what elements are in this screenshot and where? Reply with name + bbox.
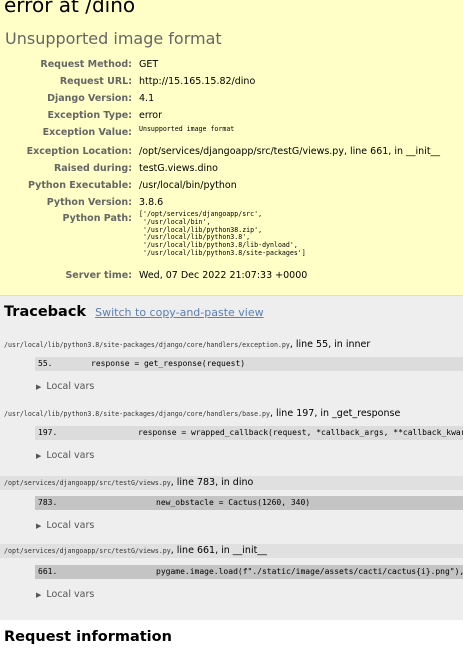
frame-context-line[interactable]: 197. response = wrapped_callback(request… [35, 426, 463, 440]
meta-key: Exception Location: [26, 146, 132, 157]
meta-value: error [139, 110, 162, 121]
switch-to-copy-paste-link[interactable]: Switch to copy-and-paste view [95, 306, 263, 319]
frame-filename: /usr/local/lib/python3.8/site-packages/d… [4, 410, 270, 418]
request-info-section: Request information [0, 621, 463, 651]
local-vars-label: Local vars [46, 589, 95, 600]
meta-key: Exception Type: [47, 110, 132, 121]
traceback-title: Traceback [4, 304, 87, 320]
meta-value: Unsupported image format [139, 125, 235, 133]
frame-context-line[interactable]: 783. new_obstacle = Cactus(1260, 340) [35, 496, 463, 510]
frame-location: , line 55, in inner [289, 339, 371, 350]
meta-value: /opt/services/djangoapp/src/testG/views.… [139, 146, 441, 157]
meta-value: Wed, 07 Dec 2022 21:07:33 +0000 [139, 270, 308, 281]
frame-location: , line 661, in __init__ [170, 545, 267, 556]
meta-key: Raised during: [53, 163, 132, 174]
meta-key: Django Version: [47, 93, 132, 104]
meta-key: Exception Value: [42, 127, 132, 138]
frame-header: /usr/local/lib/python3.8/site-packages/d… [4, 339, 370, 350]
frame-context-line[interactable]: 661. pygame.image.load(f"./static/image/… [35, 565, 463, 579]
expand-triangle-icon: ▶ [36, 383, 42, 391]
meta-value: GET [139, 59, 159, 70]
meta-value: testG.views.dino [139, 163, 218, 174]
code-text: response = get_response(request) [91, 359, 246, 368]
line-number: 783. [38, 498, 58, 507]
meta-key: Server time: [65, 270, 132, 281]
line-number: 55. [38, 359, 53, 368]
local-vars-toggle[interactable]: ▶ Local vars [36, 381, 94, 392]
local-vars-toggle[interactable]: ▶ Local vars [36, 450, 94, 461]
traceback-heading: Traceback Switch to copy-and-paste view [4, 304, 264, 320]
meta-value: ['/opt/services/djangoapp/src', '/usr/lo… [139, 210, 306, 257]
meta-key: Python Version: [46, 197, 132, 208]
local-vars-toggle[interactable]: ▶ Local vars [36, 520, 94, 531]
frame-filename: /opt/services/djangoapp/src/testG/views.… [4, 547, 171, 555]
traceback-section: Traceback Switch to copy-and-paste view … [0, 296, 463, 620]
meta-value: 3.8.6 [139, 197, 164, 208]
exception-message: Unsupported image format [5, 29, 222, 48]
frame-filename: /usr/local/lib/python3.8/site-packages/d… [4, 341, 290, 349]
code-text: new_obstacle = Cactus(1260, 340) [156, 498, 311, 507]
expand-triangle-icon: ▶ [36, 452, 42, 460]
local-vars-label: Local vars [46, 381, 95, 392]
frame-location: , line 783, in dino [170, 477, 254, 488]
error-summary: error at /dino Unsupported image format … [0, 0, 463, 296]
page-title: error at /dino [4, 0, 136, 17]
meta-value[interactable]: http://15.165.15.82/dino [139, 76, 255, 87]
meta-key: Request URL: [59, 76, 132, 87]
line-number: 661. [38, 567, 58, 576]
meta-key: Python Path: [62, 213, 132, 224]
expand-triangle-icon: ▶ [36, 522, 42, 530]
frame-location: , line 197, in _get_response [269, 408, 401, 419]
code-text: response = wrapped_callback(request, *ca… [138, 428, 463, 437]
line-number: 197. [38, 428, 58, 437]
meta-value: 4.1 [139, 93, 155, 104]
meta-value: /usr/local/bin/python [139, 180, 237, 191]
meta-key: Python Executable: [28, 180, 132, 191]
frame-context-line[interactable]: 55. response = get_response(request) [35, 357, 463, 371]
local-vars-label: Local vars [46, 450, 95, 461]
frame-header: /opt/services/djangoapp/src/testG/views.… [0, 544, 463, 558]
frame-header: /opt/services/djangoapp/src/testG/views.… [0, 476, 463, 490]
frame-filename: /opt/services/djangoapp/src/testG/views.… [4, 479, 171, 487]
code-text: pygame.image.load(f"./static/image/asset… [156, 567, 463, 576]
request-info-heading: Request information [4, 629, 172, 645]
expand-triangle-icon: ▶ [36, 591, 42, 599]
meta-key: Request Method: [40, 59, 132, 70]
frame-header: /usr/local/lib/python3.8/site-packages/d… [4, 408, 400, 419]
local-vars-toggle[interactable]: ▶ Local vars [36, 589, 94, 600]
local-vars-label: Local vars [46, 520, 95, 531]
